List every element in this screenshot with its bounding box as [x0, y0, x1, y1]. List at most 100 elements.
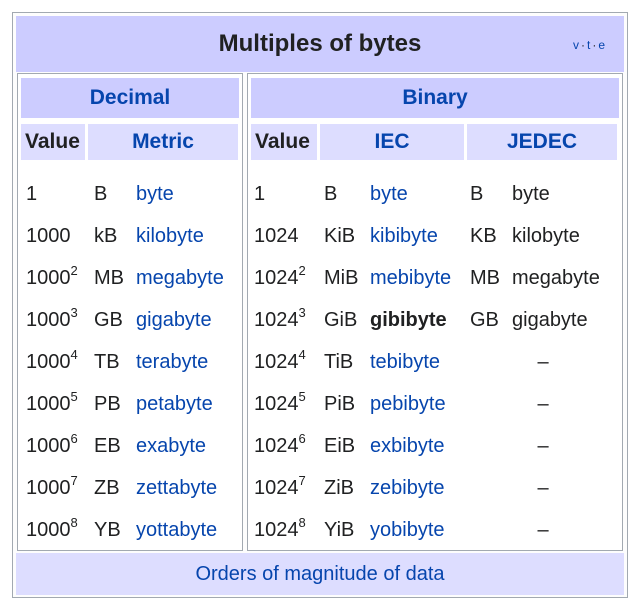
- decimal-name-link-cell: megabyte: [136, 258, 244, 298]
- binary-heading-link[interactable]: Binary: [251, 78, 619, 118]
- value-base: 1024: [254, 350, 299, 373]
- decimal-row: 1000 2 MB megabyte: [18, 258, 242, 298]
- navbox-title-bar: Multiples of bytes v·t·e: [16, 16, 624, 72]
- binary-row: 1024 7 ZiB zebibyte –: [248, 468, 622, 508]
- decimal-name-link-cell: terabyte: [136, 342, 244, 382]
- iec-symbol-cell: EiB: [324, 426, 368, 466]
- vte-separator: ·: [580, 38, 586, 52]
- iec-name-link[interactable]: zebibyte: [370, 477, 445, 500]
- decimal-name-link-cell: kilobyte: [136, 216, 244, 256]
- decimal-heading-link[interactable]: Decimal: [21, 78, 239, 118]
- iec-name-link[interactable]: pebibyte: [370, 393, 446, 416]
- value-base: 1024: [254, 476, 299, 499]
- jedec-symbol: GB: [470, 308, 499, 331]
- decimal-metric-header-link[interactable]: Metric: [88, 124, 238, 160]
- iec-symbol-cell: YiB: [324, 510, 368, 550]
- value-cell: 1000 7: [26, 473, 78, 499]
- decimal-name-link-cell: petabyte: [136, 384, 244, 424]
- iec-symbol: GiB: [324, 308, 358, 331]
- decimal-name-link[interactable]: megabyte: [136, 267, 224, 290]
- decimal-name-link[interactable]: terabyte: [136, 351, 208, 374]
- decimal-row: 1000 7 ZB zettabyte: [18, 468, 242, 508]
- jedec-symbol-cell: GB: [470, 300, 510, 340]
- decimal-row: 1 Bbyte: [18, 174, 242, 214]
- iec-name-link-cell: zebibyte: [370, 468, 466, 508]
- decimal-name-link[interactable]: zettabyte: [136, 477, 217, 500]
- jedec-dash-cell: –: [468, 342, 618, 382]
- decimal-symbol-cell: B: [94, 174, 134, 214]
- value-cell: 1000 2: [26, 263, 78, 289]
- decimal-symbol: B: [94, 182, 108, 205]
- value-base: 1024: [254, 308, 299, 331]
- iec-symbol: ZiB: [324, 476, 354, 499]
- jedec-name: kilobyte: [512, 224, 580, 247]
- value-base: 1000: [26, 308, 71, 331]
- value-cell: 1024 4: [254, 347, 306, 373]
- decimal-row: 1000 kB kilobyte: [18, 216, 242, 256]
- value-base: 1000: [26, 434, 71, 457]
- iec-symbol-cell: B: [324, 174, 368, 214]
- binary-row: 1 Bbyte Bbyte: [248, 174, 622, 214]
- decimal-name-link[interactable]: yottabyte: [136, 519, 217, 542]
- decimal-name-link[interactable]: gigabyte: [136, 309, 212, 332]
- jedec-name-cell: megabyte: [512, 258, 622, 298]
- iec-name-link-cell: mebibyte: [370, 258, 466, 298]
- value-base: 1024: [254, 266, 299, 289]
- decimal-name-link-cell: exabyte: [136, 426, 244, 466]
- decimal-value-header: Value: [21, 124, 85, 160]
- view-template-link[interactable]: v: [573, 38, 580, 52]
- jedec-name-cell: gigabyte: [512, 300, 622, 340]
- decimal-symbol: MB: [94, 266, 124, 289]
- decimal-symbol: PB: [94, 392, 121, 415]
- value-cell: 1: [254, 174, 322, 214]
- decimal-name-link-cell: byte: [136, 174, 244, 214]
- iec-symbol: TiB: [324, 350, 354, 373]
- value-base: 1000: [26, 392, 71, 415]
- value-base: 1: [26, 182, 38, 205]
- navbox-title: Multiples of bytes: [218, 30, 422, 57]
- iec-header-link[interactable]: IEC: [320, 124, 464, 160]
- iec-symbol-cell: PiB: [324, 384, 368, 424]
- decimal-name-link[interactable]: petabyte: [136, 393, 213, 416]
- value-cell: 1024 5: [254, 389, 306, 415]
- value-base: 1000: [26, 266, 71, 289]
- value-cell: 1000: [26, 216, 94, 256]
- value-cell: 1024 7: [254, 473, 306, 499]
- value-cell: 1024 2: [254, 263, 306, 289]
- navbox: Multiples of bytes v·t·e Decimal Value M…: [12, 12, 628, 598]
- decimal-name-link[interactable]: byte: [136, 183, 174, 206]
- binary-panel: Binary Value IEC JEDEC 1 Bbyte Bbyte 1024 Ki…: [247, 73, 623, 551]
- jedec-header-link[interactable]: JEDEC: [467, 124, 617, 160]
- iec-name-link-cell: pebibyte: [370, 384, 466, 424]
- jedec-name: byte: [512, 182, 550, 205]
- value-cell: 1024 3: [254, 305, 306, 331]
- decimal-symbol: TB: [94, 350, 120, 373]
- iec-symbol: YiB: [324, 518, 355, 541]
- decimal-name-link[interactable]: exabyte: [136, 435, 206, 458]
- iec-symbol-cell: ZiB: [324, 468, 368, 508]
- binary-row: 1024 5 PiB pebibyte –: [248, 384, 622, 424]
- iec-name-link[interactable]: yobibyte: [370, 519, 445, 542]
- iec-name-link-cell: tebibyte: [370, 342, 466, 382]
- decimal-symbol: YB: [94, 518, 121, 541]
- decimal-symbol: EB: [94, 434, 121, 457]
- decimal-panel: Decimal Value Metric 1 Bbyte 1000 kB kilobyt…: [17, 73, 243, 551]
- jedec-dash: –: [537, 518, 549, 541]
- decimal-name-link[interactable]: kilobyte: [136, 225, 204, 248]
- decimal-row: 1000 5 PB petabyte: [18, 384, 242, 424]
- value-cell: 1024: [254, 216, 322, 256]
- orders-of-magnitude-link[interactable]: Orders of magnitude of data: [195, 563, 444, 586]
- edit-template-link[interactable]: e: [598, 38, 606, 52]
- decimal-symbol-cell: MB: [94, 258, 134, 298]
- decimal-symbol-cell: EB: [94, 426, 134, 466]
- iec-name-link[interactable]: exbibyte: [370, 435, 445, 458]
- iec-name-link[interactable]: byte: [370, 183, 408, 206]
- decimal-symbol: ZB: [94, 476, 120, 499]
- iec-name-link[interactable]: kibibyte: [370, 225, 438, 248]
- jedec-dash-cell: –: [468, 384, 618, 424]
- value-cell: 1000 8: [26, 515, 78, 541]
- iec-name-link[interactable]: mebibyte: [370, 267, 451, 290]
- value-cell: 1000 5: [26, 389, 78, 415]
- value-cell: 1000 6: [26, 431, 78, 457]
- iec-name-link[interactable]: tebibyte: [370, 351, 440, 374]
